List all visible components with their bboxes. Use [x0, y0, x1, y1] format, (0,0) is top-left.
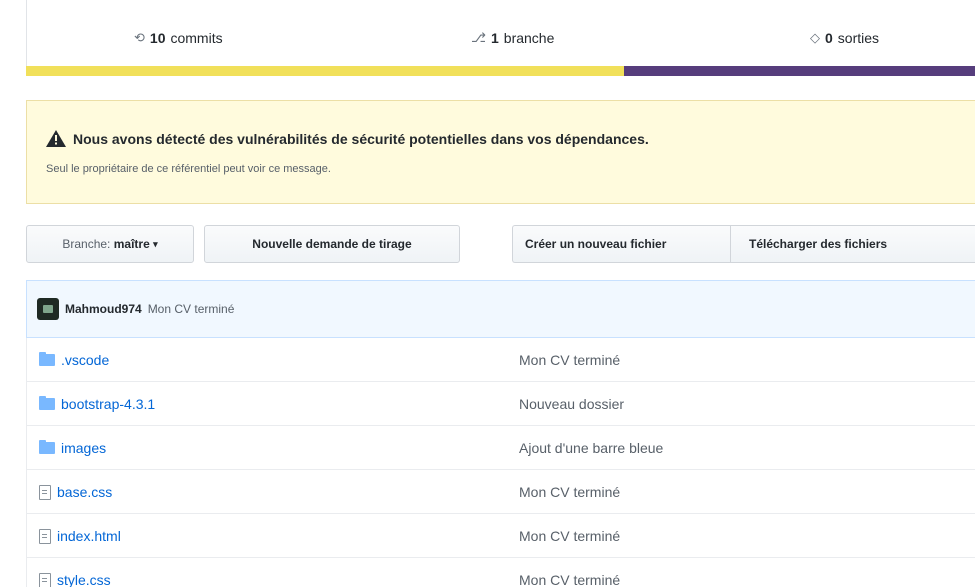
commit-author[interactable]: Mahmoud974 [65, 302, 142, 316]
tag-icon: ◇ [810, 30, 820, 45]
avatar[interactable] [37, 298, 59, 320]
language-segment[interactable] [623, 66, 975, 76]
language-bar[interactable] [26, 66, 975, 76]
file-name-link[interactable]: images [39, 426, 106, 470]
folder-icon [39, 352, 55, 366]
file-actions-group: Créer un nouveau fichier Télécharger des… [512, 225, 975, 263]
history-icon: ⟲ [134, 30, 145, 45]
file-list: .vscode Mon CV terminé bootstrap-4.3.1 Nouv… [26, 338, 975, 587]
button-divider [730, 226, 731, 262]
file-name[interactable]: style.css [57, 572, 111, 587]
file-name[interactable]: images [61, 440, 106, 456]
branch-select[interactable]: Branche: maître ▾ [26, 225, 194, 263]
folder-icon [39, 396, 55, 410]
alert-title: Nous avons détecté des vulnérabilités de… [73, 130, 649, 147]
branches-link[interactable]: ⎇ 1 branche [471, 30, 554, 46]
new-pull-request-button[interactable]: Nouvelle demande de tirage [204, 225, 460, 263]
file-row: .vscode Mon CV terminé [26, 338, 975, 382]
branches-count: 1 [490, 30, 499, 46]
file-row: style.css Mon CV terminé [26, 558, 975, 587]
file-icon [39, 528, 51, 544]
latest-commit-bar: Mahmoud974 Mon CV terminé [26, 280, 975, 338]
releases-link[interactable]: ◇ 0 sorties [810, 30, 879, 46]
caret-down-icon: ▾ [153, 238, 158, 249]
commits-count: 10 [149, 30, 166, 46]
file-commit-message[interactable]: Nouveau dossier [519, 382, 624, 426]
security-alert: Nous avons détecté des vulnérabilités de… [26, 100, 975, 204]
folder-icon [39, 440, 55, 454]
file-row: index.html Mon CV terminé [26, 514, 975, 558]
file-name-link[interactable]: style.css [39, 558, 111, 587]
language-segment[interactable] [26, 66, 624, 76]
file-row: images Ajout d'une barre bleue [26, 426, 975, 470]
branch-prefix: Branche: [62, 237, 111, 251]
upload-files-button[interactable]: Télécharger des fichiers [749, 226, 887, 262]
file-row: bootstrap-4.3.1 Nouveau dossier [26, 382, 975, 426]
file-name-link[interactable]: base.css [39, 470, 112, 514]
branch-name: maître [113, 237, 150, 251]
file-commit-message[interactable]: Mon CV terminé [519, 514, 620, 558]
file-name-link[interactable]: index.html [39, 514, 121, 558]
alert-subtitle: Seul le propriétaire de ce référentiel p… [46, 163, 331, 175]
file-commit-message[interactable]: Mon CV terminé [519, 558, 620, 587]
commit-message[interactable]: Mon CV terminé [148, 302, 235, 316]
file-name[interactable]: index.html [57, 528, 121, 544]
branch-icon: ⎇ [471, 30, 486, 45]
repo-stats: ⟲ 10 commits ⎇ 1 branche ◇ 0 sorties [26, 0, 975, 66]
file-icon [39, 572, 51, 587]
commits-label: commits [170, 30, 223, 46]
commits-link[interactable]: ⟲ 10 commits [134, 30, 223, 46]
file-name[interactable]: base.css [57, 484, 112, 500]
file-name[interactable]: .vscode [61, 352, 109, 368]
branches-label: branche [503, 30, 555, 46]
releases-count: 0 [825, 30, 833, 46]
file-row: base.css Mon CV terminé [26, 470, 975, 514]
create-file-button[interactable]: Créer un nouveau fichier [525, 226, 666, 262]
file-commit-message[interactable]: Mon CV terminé [519, 470, 620, 514]
file-icon [39, 484, 51, 500]
file-name-link[interactable]: bootstrap-4.3.1 [39, 382, 155, 426]
file-name[interactable]: bootstrap-4.3.1 [61, 396, 155, 412]
file-name-link[interactable]: .vscode [39, 338, 109, 382]
releases-label: sorties [837, 30, 880, 46]
file-commit-message[interactable]: Mon CV terminé [519, 338, 620, 382]
alert-title-row: Nous avons détecté des vulnérabilités de… [46, 130, 649, 147]
file-commit-message[interactable]: Ajout d'une barre bleue [519, 426, 663, 470]
warning-icon [46, 130, 66, 147]
